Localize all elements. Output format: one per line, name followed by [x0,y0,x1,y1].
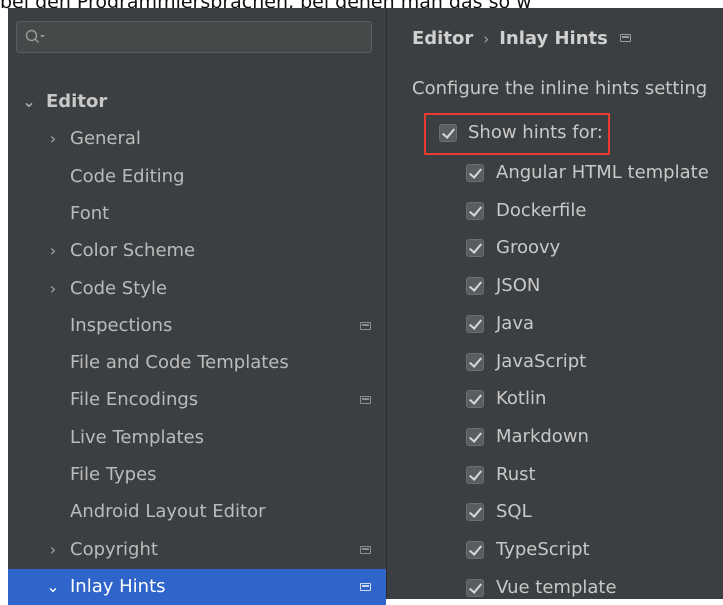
language-checkbox-java[interactable] [466,314,484,333]
language-checkbox-dockerfile[interactable] [466,201,484,220]
language-checkbox-markdown[interactable] [466,427,484,446]
sidebar-item-general[interactable]: › General [8,121,386,157]
sidebar-item-code-editing[interactable]: Code Editing [8,159,386,195]
highlight-box [424,113,610,155]
breadcrumb-current: Inlay Hints [499,28,608,49]
language-checkbox-json[interactable] [466,277,484,296]
chevron-right-icon[interactable]: › [46,271,60,307]
project-icon [619,34,631,42]
sidebar-item-label: Code Style [70,277,168,299]
sidebar-item-file-and-code-templates[interactable]: File and Code Templates [8,345,386,381]
sidebar-item-inspections[interactable]: Inspections [8,308,386,344]
sidebar-item-label: Font [70,202,110,224]
sidebar-item-label: File Types [70,464,157,485]
sidebar-item-editor[interactable]: ⌄ Editor [8,84,386,120]
language-label[interactable]: Markdown [496,426,589,448]
project-icon [360,396,371,405]
sidebar-item-label: File Encodings [70,389,199,411]
chevron-right-icon[interactable]: › [46,532,60,568]
sidebar-item-label: Inlay Hints [70,575,166,597]
language-label[interactable]: Angular HTML template [496,162,709,184]
language-checkbox-groovy[interactable] [466,239,484,258]
language-checkbox-kotlin[interactable] [466,390,484,409]
sidebar-item-inlay-hints[interactable]: ⌄ Inlay Hints [8,568,386,605]
language-label[interactable]: JavaScript [496,351,586,373]
language-checkbox-sql[interactable] [466,503,484,522]
sidebar-item-label: Copyright [70,538,158,560]
language-label[interactable]: SQL [496,501,532,523]
breadcrumb-parent[interactable]: Editor [412,28,473,49]
language-label[interactable]: Vue template [496,577,617,599]
sidebar-item-color-scheme[interactable]: › Color Scheme [8,233,386,269]
sidebar-item-code-style[interactable]: › Code Style [8,271,386,307]
language-label[interactable]: Dockerfile [496,200,586,222]
settings-content: Editor › Inlay Hints Configure the inline … [387,8,723,599]
page-description: Configure the inline hints setting [412,78,708,99]
sidebar-item-label: Android Layout Editor [70,501,266,523]
search-icon [25,29,45,43]
language-checkbox-vue-template[interactable] [466,578,484,597]
sidebar-item-label: Code Editing [70,165,185,187]
language-label[interactable]: TypeScript [496,539,590,561]
language-checkbox-rust[interactable] [466,465,484,484]
chevron-right-icon[interactable]: › [46,233,60,269]
sidebar-item-font[interactable]: Font [8,196,386,232]
language-label[interactable]: Kotlin [496,388,546,410]
sidebar-item-file-encodings[interactable]: File Encodings [8,382,386,418]
chevron-down-icon[interactable]: ⌄ [46,569,60,605]
sidebar-item-live-templates[interactable]: Live Templates [8,420,386,456]
chevron-right-icon[interactable]: › [46,121,60,157]
project-icon [360,545,371,554]
sidebar-item-label: File and Code Templates [70,352,289,374]
sidebar-item-label: Editor [46,91,108,112]
language-label[interactable]: JSON [496,275,540,297]
project-icon [360,582,371,591]
breadcrumb-separator: › [483,30,490,48]
sidebar-item-copyright[interactable]: › Copyright [8,532,386,568]
settings-window: ⌄ Editor › General Code Editing Font › Color Sc… [8,8,723,605]
search-input[interactable] [16,21,372,53]
settings-sidebar: ⌄ Editor › General Code Editing Font › Color Sc… [8,8,386,605]
chevron-down-icon[interactable]: ⌄ [22,84,36,120]
project-icon [360,321,371,330]
language-checkbox-javascript[interactable] [466,352,484,371]
language-label[interactable]: Java [496,313,534,335]
language-checkbox-typescript[interactable] [466,541,484,559]
language-label[interactable]: Rust [496,464,536,486]
language-checkbox-angular-html-template[interactable] [466,164,484,182]
language-label[interactable]: Groovy [496,237,560,259]
sidebar-item-label: Live Templates [70,426,204,448]
breadcrumb: Editor › Inlay Hints [412,28,631,49]
sidebar-item-label: General [70,128,141,150]
sidebar-item-label: Color Scheme [70,240,196,262]
sidebar-item-label: Inspections [70,314,173,336]
sidebar-item-android-layout-editor[interactable]: Android Layout Editor [8,494,386,530]
sidebar-item-file-types[interactable]: File Types [8,457,386,493]
